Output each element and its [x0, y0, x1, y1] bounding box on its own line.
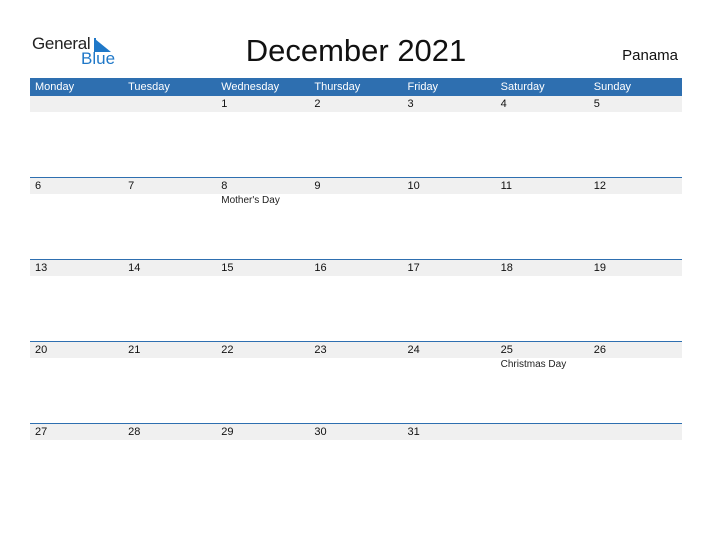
date-strip: 27 28 29 30 31 [30, 424, 682, 440]
weekday-tuesday: Tuesday [128, 81, 170, 93]
holiday-label: Christmas Day [500, 359, 567, 370]
weekday-wednesday: Wednesday [221, 81, 280, 93]
day-number: 14 [128, 262, 141, 274]
day-number: 6 [35, 180, 42, 192]
week-row: 20 21 22 23 24 25 26 Christmas Day [30, 341, 682, 423]
holiday-label [403, 194, 496, 208]
holiday-label: Mother's Day [221, 195, 280, 206]
day-number: 21 [128, 344, 141, 356]
date-strip: 6 7 8 9 10 11 12 [30, 178, 682, 194]
day-number: 9 [314, 180, 321, 192]
day-number: 1 [221, 98, 228, 110]
weekday-header: Monday Tuesday Wednesday Thursday Friday Satu… [30, 78, 682, 96]
day-number: 31 [407, 426, 420, 438]
holiday-label [123, 194, 216, 208]
events-row: Christmas Day [30, 358, 682, 372]
day-number: 8 [221, 180, 228, 192]
date-strip: 1 2 3 4 5 [30, 96, 682, 112]
weekday-thursday: Thursday [314, 81, 361, 93]
weekday-sunday: Sunday [593, 81, 632, 93]
holiday-label [496, 194, 589, 208]
day-number: 24 [407, 344, 420, 356]
day-number: 11 [500, 180, 513, 192]
day-number [589, 424, 682, 440]
week-row: 1 2 3 4 5 [30, 96, 682, 177]
day-number: 17 [407, 262, 420, 274]
day-number [30, 96, 123, 112]
weekday-friday: Friday [407, 81, 439, 93]
day-number: 23 [314, 344, 327, 356]
day-number: 25 [500, 344, 513, 356]
calendar-title: December 2021 [245, 33, 467, 68]
country-label: Panama [622, 47, 678, 64]
day-number: 12 [593, 180, 606, 192]
day-number: 7 [128, 180, 135, 192]
day-number: 18 [500, 262, 513, 274]
calendar-grid: Monday Tuesday Wednesday Thursday Friday Satu… [30, 78, 682, 505]
events-row: Mother's Day [30, 194, 682, 208]
day-number [496, 424, 589, 440]
day-number: 26 [593, 344, 606, 356]
week-row: 27 28 29 30 31 [30, 423, 682, 505]
holiday-label [30, 194, 123, 208]
weekday-saturday: Saturday [500, 81, 545, 93]
day-number: 28 [128, 426, 141, 438]
day-number: 3 [407, 98, 414, 110]
day-number: 30 [314, 426, 327, 438]
week-row: 6 7 8 9 10 11 12 Mother's Day [30, 177, 682, 259]
day-number: 22 [221, 344, 234, 356]
day-number: 4 [500, 98, 507, 110]
week-row: 13 14 15 16 17 18 19 [30, 259, 682, 341]
date-strip: 20 21 22 23 24 25 26 [30, 342, 682, 358]
holiday-label [403, 358, 496, 372]
day-number: 16 [314, 262, 327, 274]
day-number: 15 [221, 262, 234, 274]
holiday-label [123, 358, 216, 372]
day-number: 20 [35, 344, 48, 356]
holiday-label [216, 358, 309, 372]
day-number: 10 [407, 180, 420, 192]
day-number: 29 [221, 426, 234, 438]
holiday-label [309, 358, 402, 372]
day-number: 13 [35, 262, 48, 274]
day-number [123, 96, 216, 112]
holiday-label [30, 358, 123, 372]
holiday-label [589, 194, 682, 208]
date-strip: 13 14 15 16 17 18 19 [30, 260, 682, 276]
holiday-label [589, 358, 682, 372]
day-number: 27 [35, 426, 48, 438]
holiday-label [309, 194, 402, 208]
weekday-monday: Monday [35, 81, 75, 93]
day-number: 2 [314, 98, 321, 110]
day-number: 5 [593, 98, 600, 110]
day-number: 19 [593, 262, 606, 274]
